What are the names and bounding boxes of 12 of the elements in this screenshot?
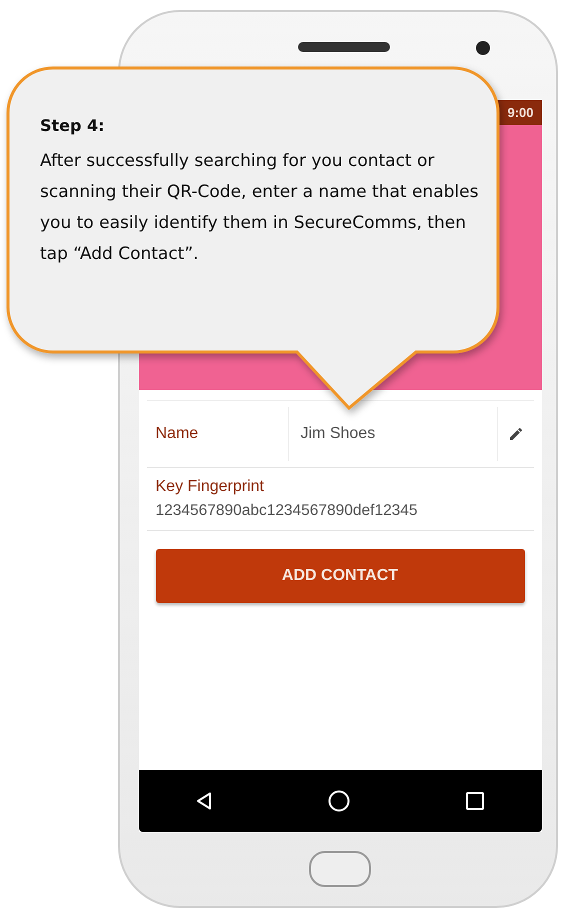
fingerprint-label: Key Fingerprint (156, 478, 264, 496)
pencil-icon[interactable] (508, 426, 524, 442)
back-icon[interactable] (196, 792, 212, 810)
fingerprint-value: 1234567890abc1234567890def12345 (156, 502, 418, 520)
home-icon[interactable] (328, 790, 350, 812)
status-time: 9:00 (507, 105, 534, 120)
camera-dot (476, 41, 490, 55)
add-contact-button[interactable]: ADD CONTACT (156, 549, 524, 603)
callout-text: After successfully searching for you contact or scanning their QR-Code, enter a name that enables you to easily identify them in SecureComms, then tap “Add Contact”. (40, 150, 480, 266)
name-label: Name (154, 424, 200, 444)
recents-icon[interactable] (466, 792, 484, 810)
callout-title: Step 4: (40, 116, 105, 135)
